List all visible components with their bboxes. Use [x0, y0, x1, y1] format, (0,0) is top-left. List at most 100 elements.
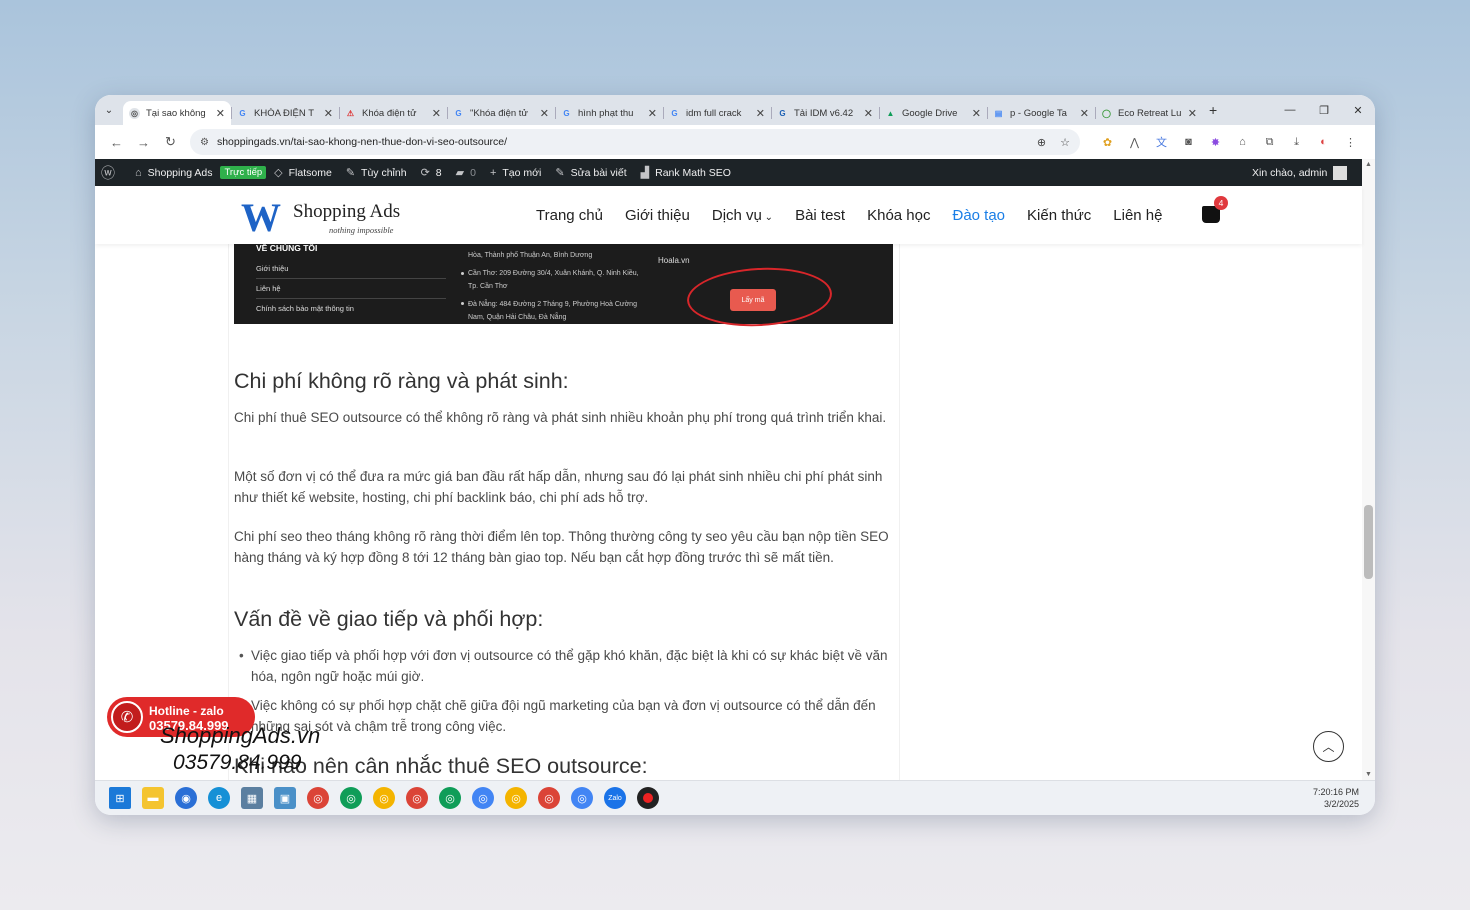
calculator-icon[interactable]: ▦ — [241, 787, 263, 809]
admin-edit-link[interactable]: ✎ Sửa bài viết — [555, 166, 626, 180]
address-bar[interactable]: ⚙ shoppingads.vn/tai-sao-khong-nen-thue-… — [190, 129, 1080, 155]
edge-icon[interactable]: e — [208, 787, 230, 809]
embedded-screenshot: VỀ CHÚNG TÔI Giới thiệu Liên hệ Chính sá… — [234, 244, 893, 330]
admin-comments-link[interactable]: ▰ 0 — [456, 166, 476, 180]
tab-9[interactable]: ◯ Eco Retreat Lu ✕ — [1095, 101, 1203, 125]
tab-5[interactable]: Gidm full crack ✕ — [663, 101, 771, 125]
translate-icon[interactable]: 文 — [1148, 134, 1175, 150]
close-tab-icon[interactable]: ✕ — [864, 107, 873, 120]
close-tab-icon[interactable]: ✕ — [648, 107, 657, 120]
wordpress-logo-icon[interactable]: ⓦ — [101, 163, 121, 183]
menu-item-services[interactable]: Dịch vụ ⌄ — [712, 207, 773, 224]
tab-title: Tải IDM v6.42 — [794, 107, 854, 119]
restore-icon[interactable]: ❐ — [1307, 95, 1341, 125]
tab-title: KHÓA ĐIỆN T — [254, 107, 315, 119]
tab-3[interactable]: G "Khóa điện tử ✕ — [447, 101, 555, 125]
scroll-up-icon[interactable]: ▲ — [1365, 161, 1372, 168]
menu-item-home[interactable]: Trang chủ — [536, 207, 603, 224]
chrome-icon[interactable]: ◎ — [340, 787, 362, 809]
menu-item-knowledge[interactable]: Kiến thức — [1027, 207, 1091, 224]
chrome-icon[interactable]: ◎ — [307, 787, 329, 809]
menu-item-contact[interactable]: Liên hệ — [1113, 207, 1162, 224]
tab-7[interactable]: ▲ Google Drive ✕ — [879, 101, 987, 125]
chrome-icon[interactable]: ◎ — [472, 787, 494, 809]
cart-icon[interactable]: 4 — [1202, 196, 1228, 223]
shot-address: Nam, Quận Hải Châu, Đà Nẵng — [468, 314, 567, 321]
tab-0[interactable]: ◎ Tại sao không ✕ — [123, 101, 231, 125]
avatar[interactable] — [1333, 165, 1348, 180]
speed-icon[interactable]: ⌂ — [1229, 136, 1256, 148]
back-to-top-button[interactable]: ︿ — [1313, 731, 1344, 762]
menu-dots-icon[interactable]: ⋮ — [1337, 136, 1364, 149]
minimize-icon[interactable]: — — [1273, 95, 1307, 125]
windows-start-icon[interactable]: ⊞ — [109, 787, 131, 809]
admin-updates-link[interactable]: ⟳ 8 — [421, 166, 442, 180]
clock-time: 7:20:16 PM — [1312, 787, 1359, 797]
hotline-label: Hotline - zalo — [149, 704, 224, 718]
profile-icon[interactable]: ◐ — [1310, 136, 1337, 148]
section-heading: Vấn đề về giao tiếp và phối hợp: — [234, 607, 544, 631]
chrome-icon[interactable]: ◎ — [538, 787, 560, 809]
extensions-puzzle-icon[interactable]: ⧉ — [1256, 136, 1283, 149]
chrome-icon[interactable]: ◎ — [406, 787, 428, 809]
tab-title: Tại sao không — [146, 107, 206, 119]
extension-icon[interactable]: ✿ — [1094, 136, 1121, 149]
zalo-icon[interactable]: Zalo — [604, 787, 626, 809]
bookmark-star-icon[interactable]: ☆ — [1060, 136, 1070, 149]
close-tab-icon[interactable]: ✕ — [324, 107, 333, 120]
admin-customize-link[interactable]: ✎ Tùy chỉnh — [346, 166, 407, 180]
app-icon[interactable]: ◉ — [175, 787, 197, 809]
tab-1[interactable]: G KHÓA ĐIỆN T ✕ — [231, 101, 339, 125]
admin-new-link[interactable]: + Tạo mới — [490, 167, 541, 179]
menu-item-courses[interactable]: Khóa học — [867, 207, 930, 224]
taskbar-clock[interactable]: 7:20:16 PM 3/2/2025 — [1313, 786, 1359, 810]
admin-site-link[interactable]: ⌂ Shopping Ads — [135, 167, 212, 179]
url-text[interactable]: shoppingads.vn/tai-sao-khong-nen-thue-do… — [217, 136, 1023, 148]
live-badge: Trực tiếp — [220, 166, 267, 179]
menu-item-tests[interactable]: Bài test — [795, 207, 845, 224]
admin-greeting[interactable]: Xin chào, admin — [1252, 167, 1327, 179]
shot-address: Đà Nẵng: 484 Đường 2 Tháng 9, Phường Hoà… — [468, 301, 637, 308]
tab-2[interactable]: ⚠ Khóa điện tử ✕ — [339, 101, 447, 125]
tab-6[interactable]: G Tải IDM v6.42 ✕ — [771, 101, 879, 125]
close-window-icon[interactable]: ✕ — [1341, 95, 1375, 125]
file-explorer-icon[interactable]: ▬ — [142, 787, 164, 809]
chrome-icon[interactable]: ◎ — [439, 787, 461, 809]
reload-icon[interactable]: ↻ — [157, 134, 184, 150]
dashboard-icon: ⌂ — [135, 166, 142, 179]
close-tab-icon[interactable]: ✕ — [972, 107, 981, 120]
taskbar: ⊞ ▬ ◉ e ▦ ▣ ◎ ◎ ◎ ◎ ◎ ◎ ◎ ◎ ◎ Zalo 7:20:… — [95, 780, 1375, 815]
site-info-icon[interactable]: ⚙ — [200, 137, 209, 148]
chrome-icon[interactable]: ◎ — [571, 787, 593, 809]
chrome-icon[interactable]: ◎ — [373, 787, 395, 809]
back-icon[interactable]: ← — [103, 135, 130, 150]
site-logo[interactable]: W Shopping Ads nothing impossible — [241, 195, 411, 240]
tab-4[interactable]: Ghình phạt thu ✕ — [555, 101, 663, 125]
menu-item-about[interactable]: Giới thiệu — [625, 207, 690, 224]
page-scrollbar[interactable]: ▲ ▼ — [1362, 159, 1375, 780]
app-icon[interactable]: ▣ — [274, 787, 296, 809]
close-tab-icon[interactable]: ✕ — [1080, 107, 1089, 120]
scroll-thumb[interactable] — [1364, 505, 1373, 579]
download-icon[interactable]: ⤓ — [1283, 136, 1310, 149]
camera-icon[interactable]: ◙ — [1175, 136, 1202, 148]
scroll-down-icon[interactable]: ▼ — [1365, 771, 1372, 778]
google-favicon-icon: G — [671, 108, 678, 118]
close-tab-icon[interactable]: ✕ — [216, 107, 225, 120]
admin-rankmath-link[interactable]: ▟ Rank Math SEO — [641, 166, 731, 180]
admin-theme-link[interactable]: ◇ Flatsome — [274, 166, 332, 180]
close-tab-icon[interactable]: ✕ — [540, 107, 549, 120]
close-tab-icon[interactable]: ✕ — [756, 107, 765, 120]
new-tab-icon[interactable]: + — [1209, 102, 1217, 118]
menu-item-training[interactable]: Đào tạo — [952, 207, 1005, 224]
extension-icon[interactable]: ✸ — [1202, 136, 1229, 149]
zoom-icon[interactable]: ⊕ — [1037, 136, 1046, 149]
chrome-icon[interactable]: ◎ — [505, 787, 527, 809]
extension-icon[interactable]: ⋀ — [1121, 136, 1148, 149]
close-tab-icon[interactable]: ✕ — [1188, 107, 1197, 120]
recorder-icon[interactable] — [637, 787, 659, 809]
tab-search-icon[interactable]: ⌄ — [95, 95, 123, 125]
forward-icon[interactable]: → — [130, 135, 157, 150]
close-tab-icon[interactable]: ✕ — [432, 107, 441, 120]
tab-8[interactable]: ▤ p - Google Ta ✕ — [987, 101, 1095, 125]
